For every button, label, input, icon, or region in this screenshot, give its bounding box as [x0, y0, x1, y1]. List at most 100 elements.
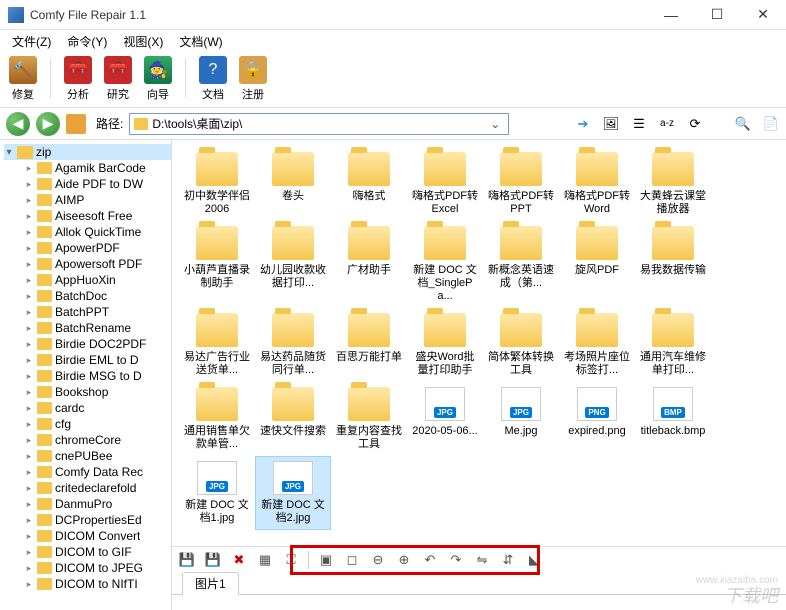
tree-item[interactable]: ▸Aide PDF to DW: [24, 176, 171, 192]
menu-doc[interactable]: 文档(W): [171, 31, 230, 52]
expand-icon[interactable]: ▸: [24, 275, 34, 286]
file-item[interactable]: 易我数据传输: [636, 222, 710, 307]
folder-tree[interactable]: ▾ zip ▸Agamik BarCode▸Aide PDF to DW▸AIM…: [0, 140, 172, 610]
expand-icon[interactable]: ▸: [24, 547, 34, 558]
delete-icon[interactable]: ✖: [230, 551, 248, 569]
collapse-icon[interactable]: ▾: [4, 147, 14, 158]
file-item[interactable]: 嗨格式: [332, 148, 406, 220]
file-item[interactable]: 旋风PDF: [560, 222, 634, 307]
go-icon[interactable]: ➔: [574, 115, 592, 133]
file-item[interactable]: 嗨格式PDF转PPT: [484, 148, 558, 220]
file-item[interactable]: JPG新建 DOC 文档2.jpg: [256, 457, 330, 529]
file-item[interactable]: 通用汽车维修单打印...: [636, 309, 710, 381]
expand-icon[interactable]: ▸: [24, 163, 34, 174]
file-item[interactable]: JPG新建 DOC 文档1.jpg: [180, 457, 254, 529]
path-input[interactable]: [152, 117, 486, 131]
menu-file[interactable]: 文件(Z): [4, 31, 59, 52]
path-dropdown-icon[interactable]: ⌄: [486, 117, 504, 131]
tree-item[interactable]: ▸cfg: [24, 416, 171, 432]
save-all-icon[interactable]: 💾: [204, 551, 222, 569]
rotate-left-icon[interactable]: ↶: [421, 551, 439, 569]
file-item[interactable]: BMPtitleback.bmp: [636, 383, 710, 455]
tree-item[interactable]: ▸critedeclarefold: [24, 480, 171, 496]
tool-register[interactable]: 🔒 注册: [236, 56, 270, 102]
actual-size-icon[interactable]: ◻: [343, 551, 361, 569]
refresh-icon[interactable]: ⟳: [686, 115, 704, 133]
tool-analyze[interactable]: 🧰 分析: [61, 56, 95, 102]
expand-icon[interactable]: ▸: [24, 259, 34, 270]
nav-up-button[interactable]: [66, 114, 86, 134]
file-item[interactable]: 易达广告行业送货单...: [180, 309, 254, 381]
minimize-button[interactable]: —: [648, 0, 694, 30]
expand-icon[interactable]: ▸: [24, 419, 34, 430]
file-item[interactable]: 盛央Word批量打印助手: [408, 309, 482, 381]
expand-icon[interactable]: ▸: [24, 435, 34, 446]
view-thumb-icon[interactable]: 🖼: [602, 115, 620, 133]
file-grid[interactable]: 初中数学伴侣2006卷头嗨格式嗨格式PDF转Excel嗨格式PDF转PPT嗨格式…: [172, 140, 786, 546]
file-item[interactable]: JPG2020-05-06...: [408, 383, 482, 455]
tree-item[interactable]: ▸Birdie EML to D: [24, 352, 171, 368]
expand-icon[interactable]: ▸: [24, 323, 34, 334]
file-item[interactable]: 重复内容查找工具: [332, 383, 406, 455]
crop-icon[interactable]: ◣: [525, 551, 543, 569]
zoom-out-icon[interactable]: ⊖: [369, 551, 387, 569]
tool-doc[interactable]: ? 文档: [196, 56, 230, 102]
options-icon[interactable]: 📄: [762, 115, 780, 133]
file-item[interactable]: 百思万能打单: [332, 309, 406, 381]
expand-icon[interactable]: ▸: [24, 387, 34, 398]
tree-item[interactable]: ▸DICOM to NIfTI: [24, 576, 171, 592]
rotate-right-icon[interactable]: ↷: [447, 551, 465, 569]
tool-wizard[interactable]: 🧙 向导: [141, 56, 175, 102]
file-item[interactable]: 大黄蜂云课堂播放器: [636, 148, 710, 220]
file-item[interactable]: 幼儿园收款收据打印...: [256, 222, 330, 307]
nav-back-button[interactable]: ◀: [6, 112, 30, 136]
fullscreen-icon[interactable]: ⛶: [282, 551, 300, 569]
expand-icon[interactable]: ▸: [24, 291, 34, 302]
file-item[interactable]: 嗨格式PDF转Excel: [408, 148, 482, 220]
tree-item[interactable]: ▸Birdie DOC2PDF: [24, 336, 171, 352]
tool-research[interactable]: 🧰 研究: [101, 56, 135, 102]
file-item[interactable]: 易达药品随货同行单...: [256, 309, 330, 381]
menu-command[interactable]: 命令(Y): [59, 31, 115, 52]
expand-icon[interactable]: ▸: [24, 531, 34, 542]
tree-root[interactable]: ▾ zip: [4, 144, 171, 160]
file-item[interactable]: PNGexpired.png: [560, 383, 634, 455]
tree-item[interactable]: ▸BatchRename: [24, 320, 171, 336]
flip-h-icon[interactable]: ⇋: [473, 551, 491, 569]
tree-item[interactable]: ▸cnePUBee: [24, 448, 171, 464]
tree-item[interactable]: ▸Birdie MSG to D: [24, 368, 171, 384]
file-item[interactable]: JPGMe.jpg: [484, 383, 558, 455]
fit-icon[interactable]: ▣: [317, 551, 335, 569]
expand-icon[interactable]: ▸: [24, 307, 34, 318]
view-list-icon[interactable]: ☰: [630, 115, 648, 133]
expand-icon[interactable]: ▸: [24, 227, 34, 238]
file-item[interactable]: 嗨格式PDF转Word: [560, 148, 634, 220]
preview-tab-1[interactable]: 图片1: [182, 572, 239, 595]
expand-icon[interactable]: ▸: [24, 483, 34, 494]
nav-forward-button[interactable]: ▶: [36, 112, 60, 136]
file-item[interactable]: 小葫芦直播录制助手: [180, 222, 254, 307]
zoom-in-icon[interactable]: ⊕: [395, 551, 413, 569]
expand-icon[interactable]: ▸: [24, 371, 34, 382]
tree-item[interactable]: ▸Aiseesoft Free: [24, 208, 171, 224]
tree-item[interactable]: ▸Allok QuickTime: [24, 224, 171, 240]
tree-item[interactable]: ▸AppHuoXin: [24, 272, 171, 288]
tool-repair[interactable]: 🔨 修复: [6, 56, 40, 102]
tree-item[interactable]: ▸DanmuPro: [24, 496, 171, 512]
tree-item[interactable]: ▸DICOM Convert: [24, 528, 171, 544]
file-item[interactable]: 速快文件搜索: [256, 383, 330, 455]
file-item[interactable]: 卷头: [256, 148, 330, 220]
tree-item[interactable]: ▸DICOM to GIF: [24, 544, 171, 560]
close-button[interactable]: ✕: [740, 0, 786, 30]
file-item[interactable]: 通用销售单欠款单管...: [180, 383, 254, 455]
expand-icon[interactable]: ▸: [24, 563, 34, 574]
sort-icon[interactable]: a-z: [658, 115, 676, 133]
tree-item[interactable]: ▸DCPropertiesEd: [24, 512, 171, 528]
file-item[interactable]: 新概念英语速成（第...: [484, 222, 558, 307]
menu-view[interactable]: 视图(X): [115, 31, 171, 52]
expand-icon[interactable]: ▸: [24, 515, 34, 526]
expand-icon[interactable]: ▸: [24, 451, 34, 462]
slideshow-icon[interactable]: ▦: [256, 551, 274, 569]
expand-icon[interactable]: ▸: [24, 355, 34, 366]
maximize-button[interactable]: ☐: [694, 0, 740, 30]
